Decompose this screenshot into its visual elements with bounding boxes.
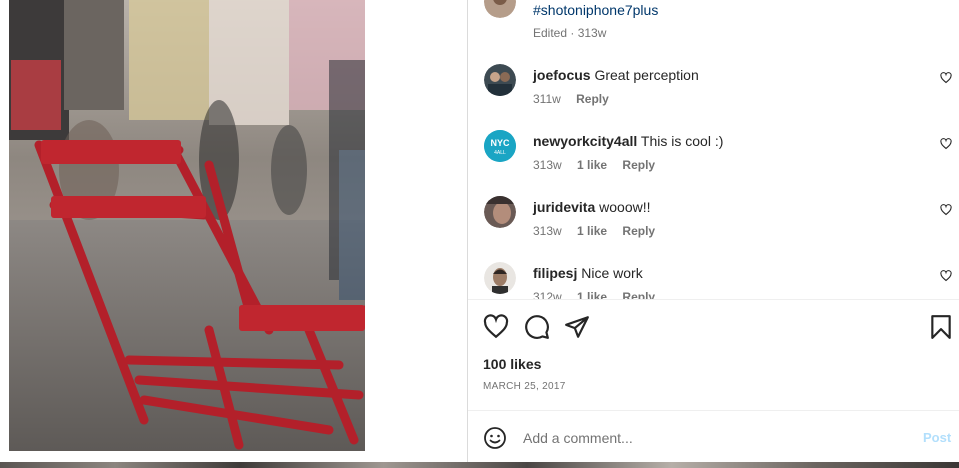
bookmark-icon[interactable]	[928, 314, 954, 340]
comment-text: juridevita wooow!!	[533, 198, 651, 216]
comment-time[interactable]: 311w	[533, 92, 561, 106]
comment-like-count[interactable]: 1 like	[577, 290, 607, 299]
comments-list: #shotoniphone7plus Edited · 313w joefocu…	[468, 0, 959, 299]
author-avatar[interactable]	[484, 0, 516, 18]
comment-body: wooow!!	[599, 199, 651, 215]
add-comment-bar: Post	[468, 410, 959, 463]
heart-icon[interactable]	[940, 138, 952, 150]
comment-username[interactable]: joefocus	[533, 67, 591, 83]
post-button[interactable]: Post	[923, 430, 951, 445]
likes-count[interactable]: 100 likes	[483, 356, 541, 372]
comment-body: This is cool :)	[640, 133, 724, 149]
comment-item: NYC 4ALL newyorkcity4all This is cool :)…	[468, 130, 959, 192]
comment-time[interactable]: 313w	[533, 158, 562, 172]
comment-like-count[interactable]: 1 like	[577, 224, 607, 238]
heart-icon[interactable]	[940, 72, 952, 84]
comment-text: joefocus Great perception	[533, 66, 699, 84]
comment-item: filipesj Nice work 312w 1 like Reply	[468, 262, 959, 299]
post-details-panel: #shotoniphone7plus Edited · 313w joefocu…	[467, 0, 959, 462]
post-photo[interactable]	[9, 0, 365, 451]
heart-icon[interactable]	[483, 314, 509, 340]
comment-reply-button[interactable]: Reply	[576, 92, 609, 106]
comment-body: Great perception	[594, 67, 699, 83]
post-media	[0, 0, 467, 468]
share-icon[interactable]	[564, 314, 590, 340]
comment-text: newyorkcity4all This is cool :)	[533, 132, 723, 150]
avatar[interactable]	[484, 64, 516, 96]
comment-meta: 311w Reply	[533, 92, 621, 106]
avatar[interactable]	[484, 262, 516, 294]
comment-item: juridevita wooow!! 313w 1 like Reply	[468, 196, 959, 258]
comment-icon[interactable]	[524, 314, 550, 340]
avatar-text: 4ALL	[494, 150, 506, 156]
comment-text: filipesj Nice work	[533, 264, 643, 282]
comment-input[interactable]	[523, 427, 863, 449]
comment-time[interactable]: 312w	[533, 290, 562, 299]
heart-icon[interactable]	[940, 204, 952, 216]
post-date[interactable]: MARCH 25, 2017	[483, 381, 566, 392]
comment-like-count[interactable]: 1 like	[577, 158, 607, 172]
action-bar	[468, 300, 959, 350]
comment-time[interactable]: 313w	[533, 224, 562, 238]
heart-icon[interactable]	[940, 270, 952, 282]
comment-meta: 313w 1 like Reply	[533, 224, 667, 238]
caption-edited-time: Edited · 313w	[533, 26, 607, 40]
emoji-icon[interactable]	[483, 426, 507, 450]
comment-reply-button[interactable]: Reply	[622, 224, 655, 238]
comment-username[interactable]: newyorkcity4all	[533, 133, 637, 149]
comment-body: Nice work	[581, 265, 643, 281]
comment-meta: 312w 1 like Reply	[533, 290, 667, 299]
comment-username[interactable]: juridevita	[533, 199, 595, 215]
comment-item: joefocus Great perception 311w Reply	[468, 64, 959, 126]
avatar[interactable]	[484, 196, 516, 228]
red-chair-photo	[9, 0, 365, 451]
comment-meta: 313w 1 like Reply	[533, 158, 667, 172]
comment-reply-button[interactable]: Reply	[622, 158, 655, 172]
comment-username[interactable]: filipesj	[533, 265, 577, 281]
avatar-text: NYC	[490, 138, 510, 148]
comment-reply-button[interactable]: Reply	[622, 290, 655, 299]
caption-hashtag[interactable]: #shotoniphone7plus	[533, 2, 658, 18]
avatar[interactable]: NYC 4ALL	[484, 130, 516, 162]
